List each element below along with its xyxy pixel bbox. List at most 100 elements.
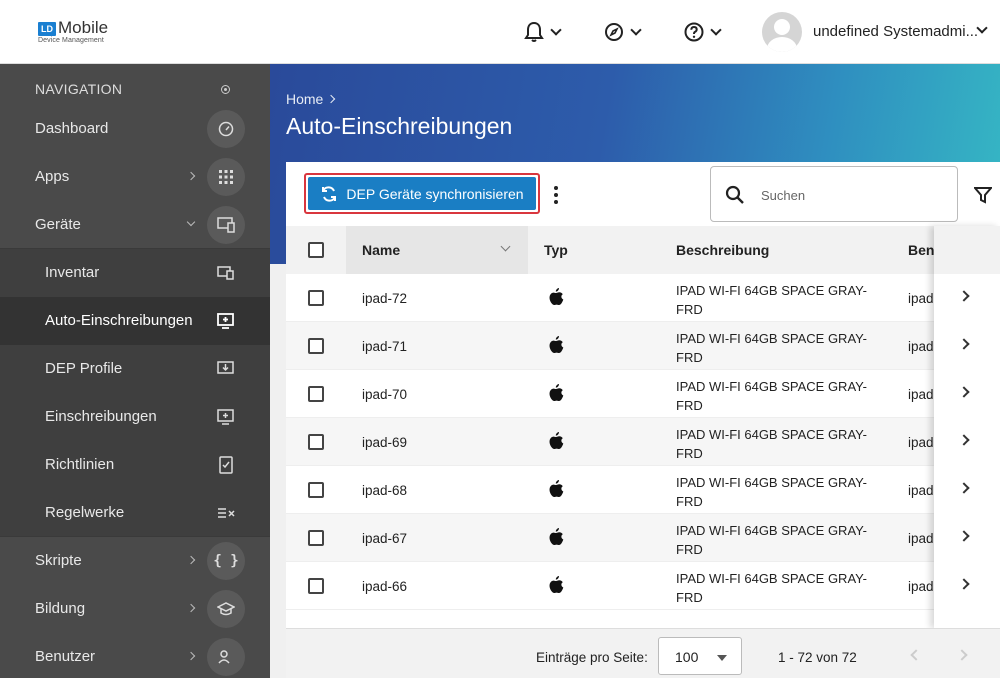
sidebar-item-apps[interactable]: Apps bbox=[0, 153, 270, 201]
auto-enroll-icon bbox=[207, 302, 245, 340]
table-row[interactable]: ipad-67 IPAD WI-FI 64GB SPACE GRAY-FRD ipa… bbox=[286, 514, 1000, 562]
cell-benutzer: ipad bbox=[908, 387, 934, 402]
explore-menu[interactable] bbox=[604, 20, 642, 44]
sidebar-item-geraete[interactable]: Geräte bbox=[0, 201, 270, 249]
per-page-value: 100 bbox=[675, 649, 699, 665]
help-menu[interactable] bbox=[684, 20, 722, 44]
sidebar-item-skripte[interactable]: Skripte { } bbox=[0, 537, 270, 585]
chevron-down-icon bbox=[550, 24, 562, 36]
user-name[interactable]: undefined Systemadmi... bbox=[813, 23, 978, 40]
sidebar-item-benutzer[interactable]: Benutzer bbox=[0, 633, 270, 678]
column-header-typ[interactable]: Typ bbox=[544, 242, 568, 258]
per-page-select[interactable]: 100 bbox=[658, 637, 742, 675]
column-header-name[interactable]: Name bbox=[362, 242, 400, 258]
sidebar: NAVIGATION Dashboard Apps Geräte Inventa… bbox=[0, 64, 270, 678]
cell-beschreibung: IPAD WI-FI 64GB SPACE GRAY-FRD bbox=[676, 523, 867, 557]
top-bar: LD Mobile Device Management undefined Sy… bbox=[0, 0, 1000, 64]
table-row[interactable]: ipad-70 IPAD WI-FI 64GB SPACE GRAY-FRD ipa… bbox=[286, 370, 1000, 418]
apple-icon bbox=[548, 480, 564, 502]
sidebar-item-label: Apps bbox=[35, 168, 70, 185]
row-open-chevron-icon[interactable] bbox=[958, 530, 970, 542]
sidebar-item-auto-einschreibungen[interactable]: Auto-Einschreibungen bbox=[0, 297, 270, 345]
row-open-chevron-icon[interactable] bbox=[958, 482, 970, 494]
select-all-checkbox[interactable] bbox=[308, 242, 324, 258]
sidebar-item-label: Inventar bbox=[45, 264, 100, 281]
next-page-icon[interactable] bbox=[956, 649, 968, 661]
table-row[interactable]: ipad-69 IPAD WI-FI 64GB SPACE GRAY-FRD ipa… bbox=[286, 418, 1000, 466]
row-checkbox[interactable] bbox=[308, 482, 324, 498]
row-checkbox[interactable] bbox=[308, 386, 324, 402]
row-checkbox[interactable] bbox=[308, 434, 324, 450]
row-open-chevron-icon[interactable] bbox=[958, 386, 970, 398]
speedometer-icon bbox=[207, 110, 245, 148]
cell-name: ipad-68 bbox=[362, 483, 408, 498]
apple-icon bbox=[548, 528, 564, 550]
sidebar-item-einschreibungen[interactable]: Einschreibungen bbox=[0, 393, 270, 441]
dep-sync-button[interactable]: DEP Geräte synchronisieren bbox=[308, 177, 536, 210]
filter-icon[interactable] bbox=[974, 186, 992, 204]
rules-icon bbox=[207, 494, 245, 532]
sidebar-item-richtlinien[interactable]: Richtlinien bbox=[0, 441, 270, 489]
row-open-chevron-icon[interactable] bbox=[958, 338, 970, 350]
row-checkbox[interactable] bbox=[308, 530, 324, 546]
users-icon bbox=[207, 638, 245, 676]
apple-icon bbox=[548, 288, 564, 310]
braces-icon: { } bbox=[207, 542, 245, 580]
search-box[interactable] bbox=[710, 166, 958, 222]
sidebar-item-regelwerke[interactable]: Regelwerke bbox=[0, 489, 270, 537]
chevron-right-icon bbox=[186, 603, 196, 613]
search-input[interactable] bbox=[761, 185, 941, 205]
previous-page-icon[interactable] bbox=[910, 649, 922, 661]
row-checkbox[interactable] bbox=[308, 578, 324, 594]
sidebar-item-bildung[interactable]: Bildung bbox=[0, 585, 270, 633]
apple-icon bbox=[548, 384, 564, 406]
row-open-chevron-icon[interactable] bbox=[958, 434, 970, 446]
cell-beschreibung: IPAD WI-FI 64GB SPACE GRAY-FRD bbox=[676, 331, 867, 365]
devices-icon bbox=[207, 206, 245, 244]
cell-name: ipad-70 bbox=[362, 387, 408, 402]
cell-beschreibung: IPAD WI-FI 64GB SPACE GRAY-FRD bbox=[676, 427, 867, 461]
cell-name: ipad-66 bbox=[362, 579, 408, 594]
avatar[interactable] bbox=[762, 12, 802, 52]
cell-benutzer: ipad bbox=[908, 339, 934, 354]
table-row[interactable]: ipad-66 IPAD WI-FI 64GB SPACE GRAY-FRD ipa… bbox=[286, 562, 1000, 610]
row-open-chevron-icon[interactable] bbox=[958, 578, 970, 590]
cell-beschreibung: IPAD WI-FI 64GB SPACE GRAY-FRD bbox=[676, 571, 867, 605]
apple-icon bbox=[548, 576, 564, 598]
sidebar-item-label: Richtlinien bbox=[45, 456, 115, 473]
sidebar-item-dashboard[interactable]: Dashboard bbox=[0, 105, 270, 153]
row-checkbox[interactable] bbox=[308, 290, 324, 306]
table-row[interactable]: ipad-68 IPAD WI-FI 64GB SPACE GRAY-FRD ipa… bbox=[286, 466, 1000, 514]
cell-benutzer: ipad bbox=[908, 291, 934, 306]
apple-icon bbox=[548, 432, 564, 454]
cell-benutzer: ipad bbox=[908, 579, 934, 594]
cell-benutzer: ipad bbox=[908, 435, 934, 450]
notifications-menu[interactable] bbox=[524, 20, 562, 44]
chevron-right-icon bbox=[186, 171, 196, 181]
row-open-chevron-icon[interactable] bbox=[958, 290, 970, 302]
row-checkbox[interactable] bbox=[308, 338, 324, 354]
more-options-icon[interactable] bbox=[554, 186, 558, 204]
page-title: Auto-Einschreibungen bbox=[286, 113, 513, 139]
breadcrumb[interactable]: Home bbox=[286, 91, 336, 107]
table-row[interactable]: ipad-72 IPAD WI-FI 64GB SPACE GRAY-FRD ipa… bbox=[286, 274, 1000, 322]
sidebar-item-label: Dashboard bbox=[35, 120, 109, 137]
table-row[interactable]: ipad-71 IPAD WI-FI 64GB SPACE GRAY-FRD ipa… bbox=[286, 322, 1000, 370]
breadcrumb-home[interactable]: Home bbox=[286, 91, 323, 107]
cell-beschreibung: IPAD WI-FI 64GB SPACE GRAY-FRD bbox=[676, 283, 867, 317]
grid-icon bbox=[207, 158, 245, 196]
logo-mark: LD bbox=[38, 22, 56, 36]
chevron-down-icon bbox=[186, 217, 196, 227]
enroll-icon bbox=[207, 398, 245, 436]
sidebar-item-label: Geräte bbox=[35, 216, 81, 233]
column-header-beschreibung[interactable]: Beschreibung bbox=[676, 242, 769, 258]
sidebar-item-inventar[interactable]: Inventar bbox=[0, 249, 270, 297]
dep-sync-label: DEP Geräte synchronisieren bbox=[346, 185, 524, 202]
nav-pin-icon[interactable] bbox=[221, 85, 230, 94]
sync-icon bbox=[322, 185, 337, 202]
action-column-header bbox=[934, 226, 1000, 274]
sidebar-item-label: Einschreibungen bbox=[45, 408, 157, 425]
sidebar-item-dep-profile[interactable]: DEP Profile bbox=[0, 345, 270, 393]
table-header: Name Typ Beschreibung Benu bbox=[286, 226, 1000, 274]
cell-name: ipad-69 bbox=[362, 435, 408, 450]
